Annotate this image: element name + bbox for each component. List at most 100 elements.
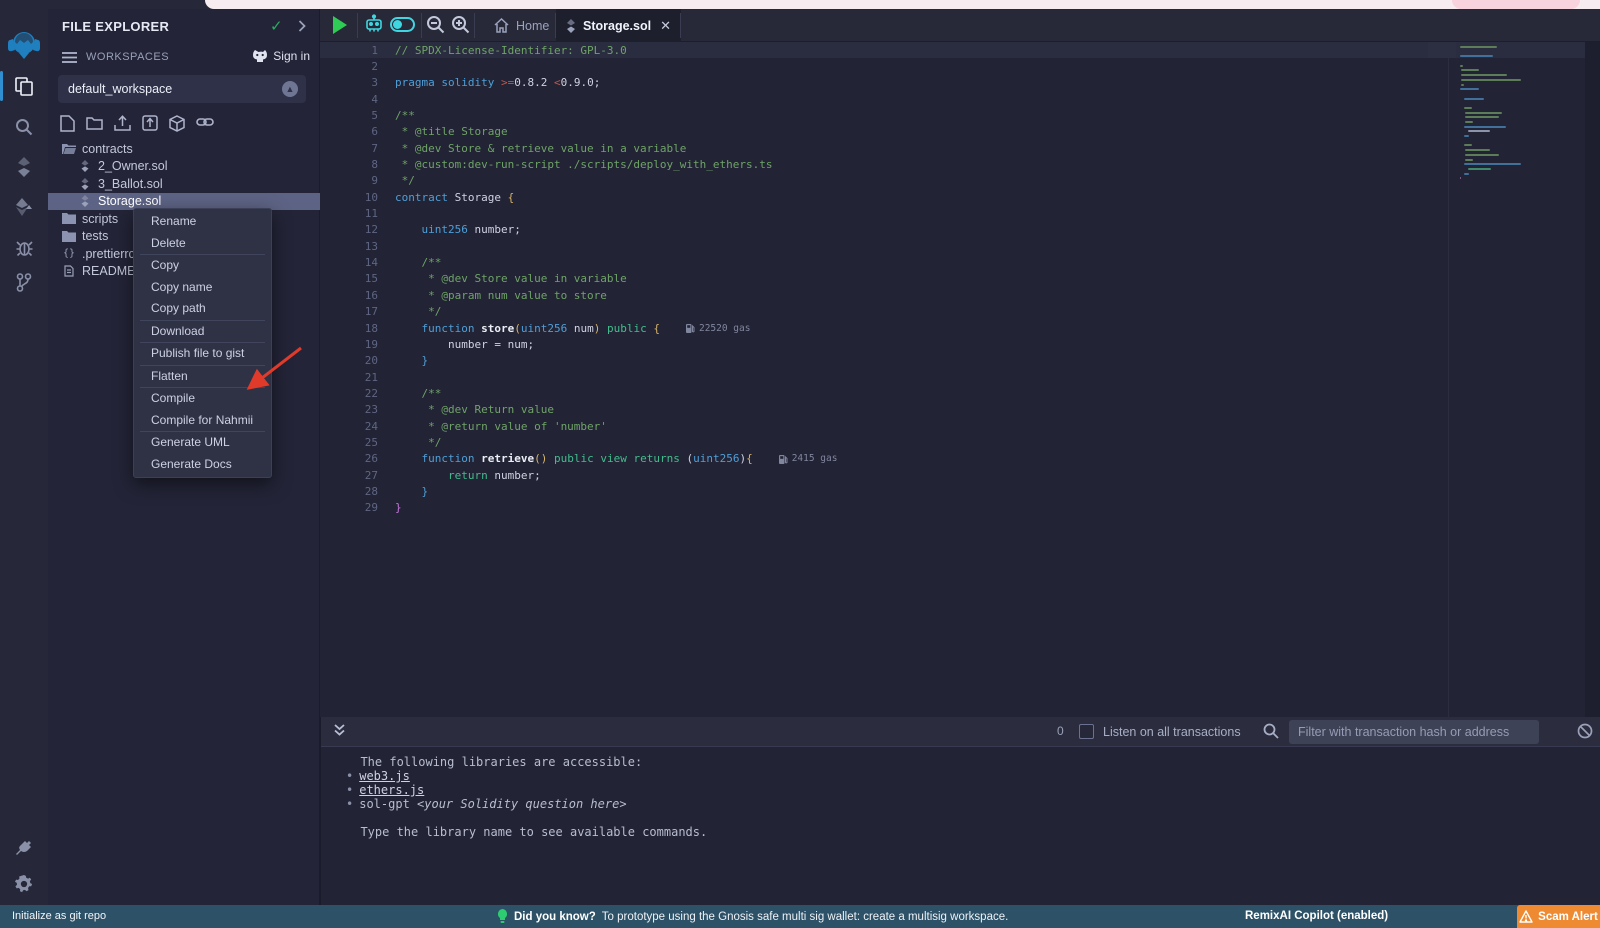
new-folder-icon[interactable] [86,115,103,132]
remix-logo-icon[interactable] [0,25,48,65]
code-line-20[interactable]: 20 } [320,353,1600,369]
deploy-run-icon[interactable] [0,190,48,224]
copilot-toggle[interactable] [390,17,415,32]
code-line-2[interactable]: 2 [320,58,1600,74]
code-line-29[interactable]: 29} [320,500,1600,516]
copilot-status-button[interactable]: RemixAI Copilot (enabled) [1245,910,1388,922]
ai-copilot-robot-icon[interactable] [364,14,384,34]
code-line-4[interactable]: 4 [320,91,1600,107]
terminal-output[interactable]: The following libraries are accessible:•… [321,747,1600,905]
editor-scrollbar-track[interactable] [1585,42,1600,717]
code-line-13[interactable]: 13 [320,238,1600,254]
code-line-16[interactable]: 16 * @param num value to store [320,287,1600,303]
code-line-5[interactable]: 5/** [320,107,1600,123]
run-script-play-button[interactable] [333,16,347,34]
terminal-search-icon[interactable] [1263,723,1279,739]
workspace-select[interactable]: default_workspace ▲ [58,75,306,103]
file-explorer-icon[interactable] [0,69,48,103]
line-number: 15 [320,272,378,285]
plugin-manager-icon[interactable] [0,831,48,865]
code-line-1[interactable]: 1// SPDX-License-Identifier: GPL-3.0 [320,42,1600,58]
zoom-out-icon[interactable] [426,15,445,34]
menu-item-compile[interactable]: Compile [134,388,271,410]
clear-console-icon[interactable] [1577,723,1593,739]
line-number: 16 [320,289,378,302]
terminal-line: The following libraries are accessible: [321,755,1600,769]
tab-storage-sol[interactable]: Storage.sol ✕ [556,9,681,42]
minimap-line [1461,74,1507,76]
solidity-compiler-icon[interactable] [0,150,48,184]
browser-chrome-pill [1452,0,1580,9]
code-editor[interactable]: 1// SPDX-License-Identifier: GPL-3.0 2 3pr… [320,42,1600,717]
code-line-10[interactable]: 10contract Storage { [320,189,1600,205]
code-text: return number; [395,469,541,482]
code-line-3[interactable]: 3pragma solidity >=0.8.2 <0.9.0; [320,75,1600,91]
minimap-line [1464,144,1471,146]
code-line-28[interactable]: 28 } [320,483,1600,499]
menu-item-delete[interactable]: Delete [134,233,271,255]
zoom-in-icon[interactable] [451,15,470,34]
menu-item-rename[interactable]: Rename [134,211,271,233]
code-line-22[interactable]: 22 /** [320,385,1600,401]
code-line-24[interactable]: 24 * @return value of 'number' [320,418,1600,434]
workspaces-menu-icon[interactable] [62,51,77,64]
code-line-17[interactable]: 17 */ [320,304,1600,320]
minimap-line [1464,135,1469,137]
code-line-12[interactable]: 12 uint256 number; [320,222,1600,238]
settings-gear-icon[interactable] [0,867,48,901]
menu-item-compile-for-nahmii[interactable]: Compile for Nahmii [134,410,271,432]
menu-item-download[interactable]: Download [134,321,271,343]
library-link[interactable]: web3.js [359,769,410,783]
code-line-11[interactable]: 11 [320,205,1600,221]
new-file-icon[interactable] [60,115,75,132]
debugger-icon[interactable] [0,230,48,264]
code-line-18[interactable]: 18 function store(uint256 num) public {2… [320,320,1600,336]
toolbar-separator [357,13,358,38]
code-line-23[interactable]: 23 * @dev Return value [320,402,1600,418]
code-line-9[interactable]: 9 */ [320,173,1600,189]
menu-item-generate-docs[interactable]: Generate Docs [134,454,271,476]
menu-item-copy-path[interactable]: Copy path [134,298,271,320]
tree-item-contracts[interactable]: contracts [48,140,320,158]
terminal-expand-icon[interactable] [333,723,346,737]
git-init-button[interactable]: Initialize as git repo [12,910,106,922]
minimap[interactable] [1460,46,1570,182]
code-line-26[interactable]: 26 function retrieve() public view retur… [320,451,1600,467]
code-line-14[interactable]: 14 /** [320,254,1600,270]
minimap-slider[interactable] [1428,42,1456,58]
tree-item-3-ballot-sol[interactable]: 3_Ballot.sol [48,175,320,193]
line-number: 21 [320,371,378,384]
tab-home[interactable]: Home [478,9,565,42]
code-line-8[interactable]: 8 * @custom:dev-run-script ./scripts/dep… [320,156,1600,172]
menu-item-flatten[interactable]: Flatten [134,366,271,388]
line-number: 2 [320,60,378,73]
transaction-filter-input[interactable] [1289,720,1539,744]
search-icon[interactable] [0,110,48,144]
tree-item-2-owner-sol[interactable]: 2_Owner.sol [48,158,320,176]
github-signin-button[interactable]: Sign in [252,49,310,63]
git-icon[interactable] [0,265,48,299]
menu-item-generate-uml[interactable]: Generate UML [134,432,271,454]
code-line-6[interactable]: 6 * @title Storage [320,124,1600,140]
upload-folder-icon[interactable] [142,115,158,132]
code-text: } [395,501,402,514]
code-line-15[interactable]: 15 * @dev Store value in variable [320,271,1600,287]
listen-transactions-checkbox[interactable] [1079,724,1094,739]
code-line-21[interactable]: 21 [320,369,1600,385]
library-link[interactable]: ethers.js [359,783,424,797]
code-line-25[interactable]: 25 */ [320,434,1600,450]
code-line-27[interactable]: 27 return number; [320,467,1600,483]
upload-file-icon[interactable] [114,115,131,132]
panel-collapse-icon[interactable] [298,20,306,32]
menu-item-copy-name[interactable]: Copy name [134,277,271,299]
menu-item-copy[interactable]: Copy [134,255,271,277]
code-line-19[interactable]: 19 number = num; [320,336,1600,352]
import-url-link-icon[interactable] [196,115,214,132]
code-text: * @return value of 'number' [395,420,607,433]
ipfs-cube-icon[interactable] [169,115,185,132]
scam-alert-button[interactable]: Scam Alert [1517,905,1600,928]
menu-item-publish-file-to-gist[interactable]: Publish file to gist [134,343,271,365]
code-text: /** [395,109,415,122]
code-line-7[interactable]: 7 * @dev Store & retrieve value in a var… [320,140,1600,156]
tab-close-icon[interactable]: ✕ [660,18,671,34]
